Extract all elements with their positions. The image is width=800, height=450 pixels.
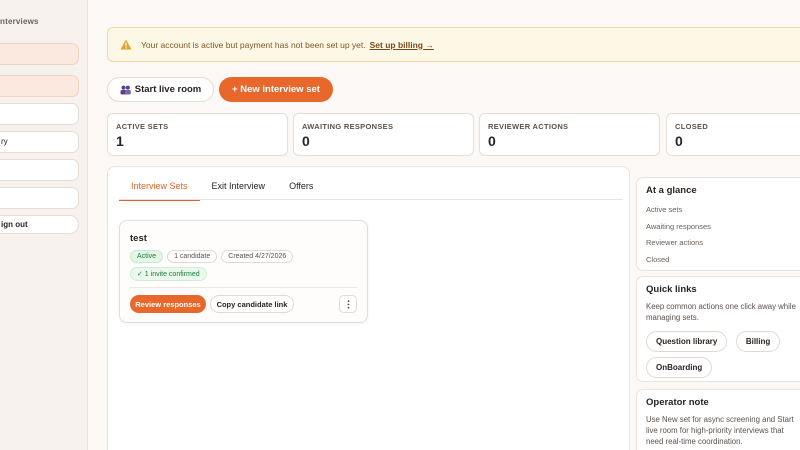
operator-note-text: Use New set for async screening and Star… <box>646 415 794 446</box>
interview-set-card[interactable]: test Active 1 candidate Created 4/27/202… <box>119 220 368 323</box>
stat-label: CLOSED <box>675 122 709 131</box>
status-badge: Active <box>130 250 164 263</box>
stat-label: ACTIVE SETS <box>116 122 169 131</box>
sidebar-item-4[interactable]: ry <box>0 131 79 153</box>
tab-divider <box>119 199 623 200</box>
operator-note-title: Operator note <box>646 397 709 408</box>
people-icon <box>120 85 131 94</box>
payment-warning-banner: Your account is active but payment has n… <box>107 27 800 62</box>
stat-awaiting-responses: AWAITING RESPONSES 0 <box>293 113 474 156</box>
stat-label: AWAITING RESPONSES <box>302 122 394 131</box>
sidebar-item-3[interactable] <box>0 103 79 125</box>
at-a-glance-title: At a glance <box>646 185 697 196</box>
sidebar: nterviews ry ign out <box>0 0 88 450</box>
quick-links-card: Quick links Keep common actions one clic… <box>636 276 800 382</box>
warning-icon <box>120 39 132 50</box>
billing-link[interactable]: Billing <box>735 331 781 352</box>
start-live-room-button[interactable]: Start live room <box>107 77 214 102</box>
stat-reviewer-actions: REVIEWER ACTIONS 0 <box>479 113 660 156</box>
more-options-button[interactable] <box>339 295 357 313</box>
glance-row: Active sets <box>646 205 683 214</box>
new-interview-set-button[interactable]: + New interview set <box>219 77 333 102</box>
invite-confirmed-badge: ✓ 1 invite confirmed <box>130 267 207 281</box>
at-a-glance-card: At a glance Active sets Awaiting respons… <box>636 177 800 271</box>
tab-exit-interview[interactable]: Exit Interview <box>200 181 278 201</box>
sidebar-item-5[interactable] <box>0 159 79 181</box>
stat-value: 0 <box>302 133 310 149</box>
glance-row: Awaiting responses <box>646 221 711 231</box>
created-date-badge: Created 4/27/2026 <box>221 250 294 263</box>
more-vertical-icon <box>347 299 349 309</box>
question-library-link[interactable]: Question library <box>646 331 728 352</box>
tab-offers[interactable]: Offers <box>277 181 325 201</box>
quick-links-list: Question library Billing OnBoarding <box>646 331 796 383</box>
glance-row: Closed <box>646 254 670 264</box>
sign-out-button[interactable]: ign out <box>0 215 79 234</box>
review-responses-button[interactable]: Review responses <box>130 295 206 313</box>
glance-row: Reviewer actions <box>646 238 704 247</box>
sidebar-item-2[interactable] <box>0 75 79 97</box>
stat-value: 1 <box>116 133 124 149</box>
set-meta: Active 1 candidate Created 4/27/2026 <box>130 250 294 263</box>
copy-candidate-link-button[interactable]: Copy candidate link <box>210 295 294 313</box>
quick-links-title: Quick links <box>646 284 697 295</box>
banner-message: Your account is active but payment has n… <box>141 39 366 50</box>
start-live-room-label: Start live room <box>134 84 202 95</box>
sidebar-item-1[interactable] <box>0 43 79 65</box>
stat-closed: CLOSED 0 <box>666 113 800 156</box>
sidebar-title: nterviews <box>0 17 39 26</box>
stat-active-sets: ACTIVE SETS 1 <box>107 113 288 156</box>
tab-bar: Interview Sets Exit Interview Offers <box>119 181 325 201</box>
quick-links-description: Keep common actions one click away while… <box>646 302 796 322</box>
candidate-count-badge: 1 candidate <box>167 250 218 263</box>
tab-interview-sets[interactable]: Interview Sets <box>119 181 200 201</box>
stat-value: 0 <box>675 133 683 149</box>
card-divider <box>130 287 357 288</box>
onboarding-link[interactable]: OnBoarding <box>646 357 713 378</box>
set-up-billing-link[interactable]: Set up billing → <box>370 40 434 50</box>
interview-sets-panel: Interview Sets Exit Interview Offers tes… <box>107 166 630 450</box>
stat-label: REVIEWER ACTIONS <box>488 122 569 131</box>
sidebar-item-6[interactable] <box>0 187 79 209</box>
operator-note-card: Operator note Use New set for async scre… <box>636 389 800 450</box>
stat-value: 0 <box>488 133 496 149</box>
set-title: test <box>130 233 147 244</box>
